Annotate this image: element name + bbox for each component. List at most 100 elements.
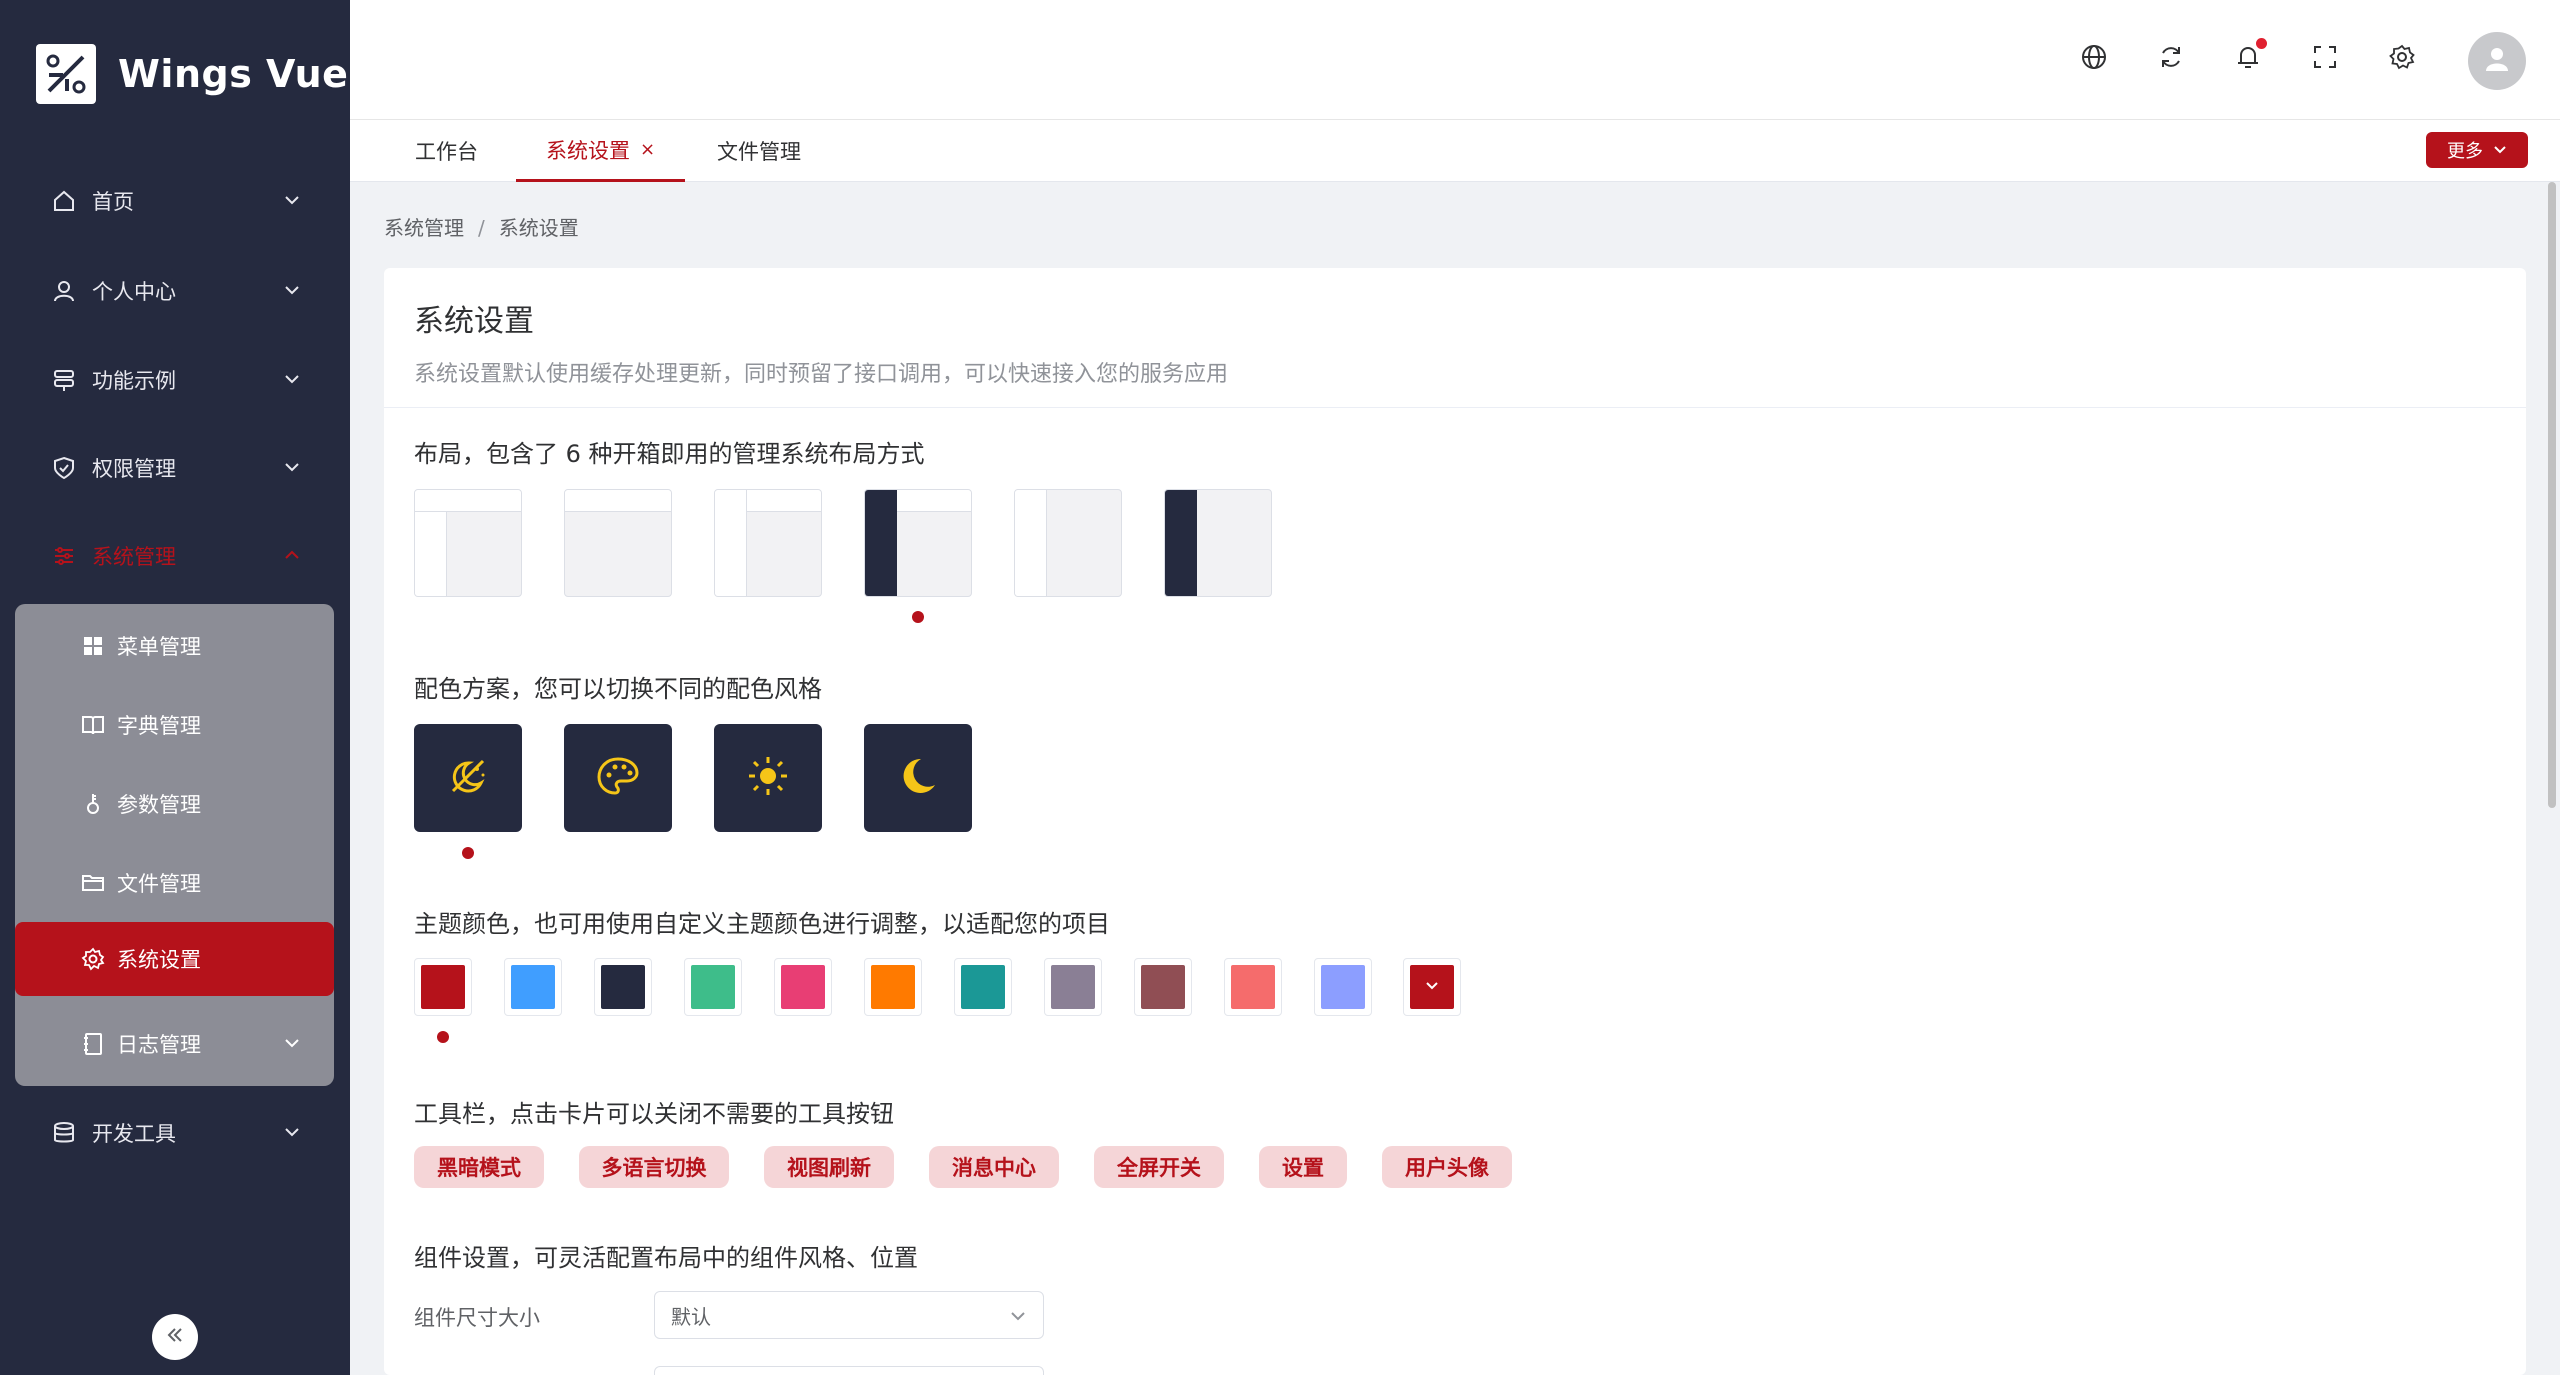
chevron-down-icon	[2493, 140, 2507, 161]
top-header	[350, 0, 2560, 120]
sidebar-item-home[interactable]: 首页	[0, 166, 350, 236]
page-title: 系统设置	[414, 304, 534, 339]
sidebar-item-examples[interactable]: 功能示例	[0, 345, 350, 415]
toolbar-section-title: 工具栏，点击卡片可以关闭不需要的工具按钮	[414, 1100, 894, 1128]
logo-icon	[36, 44, 96, 104]
globe-icon	[2080, 43, 2108, 75]
key-icon	[79, 790, 107, 818]
tab-file-management[interactable]: 文件管理	[717, 120, 801, 182]
chevron-down-icon	[1424, 977, 1440, 997]
theme-color-swatch[interactable]	[864, 958, 922, 1016]
toolbar-chip-fullscreen[interactable]: 全屏开关	[1094, 1146, 1224, 1188]
sidebar-item-profile[interactable]: 个人中心	[0, 256, 350, 326]
sidebar-item-label: 首页	[92, 190, 134, 214]
size-select[interactable]: 默认	[654, 1291, 1044, 1339]
toolbar-chip-settings[interactable]: 设置	[1259, 1146, 1347, 1188]
more-button-label: 更多	[2447, 141, 2483, 162]
layout-section-title: 布局，包含了 6 种开箱即用的管理系统布局方式	[414, 440, 925, 468]
sidebar-item-label: 开发工具	[92, 1122, 176, 1146]
sidebar-item-menus[interactable]: 菜单管理	[15, 609, 334, 683]
sidebar-item-system[interactable]: 系统管理	[0, 521, 350, 591]
tab-label: 系统设置	[546, 138, 630, 163]
swatch-fill	[1321, 965, 1365, 1009]
theme-color-swatch[interactable]	[1134, 958, 1192, 1016]
tab-workbench[interactable]: 工作台	[415, 120, 478, 182]
chip-label: 全屏开关	[1117, 1156, 1201, 1180]
more-button[interactable]: 更多	[2426, 132, 2528, 168]
swatch-fill	[511, 965, 555, 1009]
layout-option-1[interactable]	[414, 489, 522, 597]
sidebar-item-logs[interactable]: 日志管理	[15, 1007, 334, 1081]
theme-color-swatch[interactable]	[414, 958, 472, 1016]
notification-button[interactable]	[2231, 38, 2267, 76]
size-label: 组件尺寸大小	[414, 1306, 540, 1330]
scheme-option-dark[interactable]	[864, 724, 972, 832]
sidebar-item-settings[interactable]: 系统设置	[15, 922, 334, 996]
layout-option-4[interactable]	[864, 489, 972, 597]
sidebar-item-label: 功能示例	[92, 369, 176, 393]
chip-label: 消息中心	[952, 1156, 1036, 1180]
theme-color-swatch[interactable]	[1314, 958, 1372, 1016]
sidebar-item-permissions[interactable]: 权限管理	[0, 433, 350, 503]
layout-option-3[interactable]	[714, 489, 822, 597]
gear-icon	[2388, 43, 2416, 75]
scheme-option-auto[interactable]	[414, 724, 522, 832]
sidebar-item-params[interactable]: 参数管理	[15, 767, 334, 841]
scheme-option-light[interactable]	[714, 724, 822, 832]
collapse-sidebar-button[interactable]	[152, 1314, 198, 1360]
toolbar-chip-refresh[interactable]: 视图刷新	[764, 1146, 894, 1188]
theme-color-swatch[interactable]	[684, 958, 742, 1016]
settings-button[interactable]	[2385, 42, 2419, 76]
toolbar-chip-avatar[interactable]: 用户头像	[1382, 1146, 1512, 1188]
sidebar-item-dictionary[interactable]: 字典管理	[15, 688, 334, 762]
chevron-down-icon	[282, 1033, 302, 1058]
sidebar-item-label: 个人中心	[92, 280, 176, 304]
sidebar-item-label: 系统设置	[117, 948, 201, 972]
chip-label: 用户头像	[1405, 1156, 1489, 1180]
swatch-fill	[601, 965, 645, 1009]
custom-color-fill	[1410, 965, 1454, 1009]
refresh-icon	[2157, 43, 2185, 75]
breadcrumb-parent[interactable]: 系统管理	[384, 216, 464, 240]
fullscreen-button[interactable]	[2308, 42, 2342, 76]
tab-label: 工作台	[415, 140, 478, 164]
theme-color-swatch[interactable]	[504, 958, 562, 1016]
scheme-option-palette[interactable]	[564, 724, 672, 832]
double-chevron-left-icon	[164, 1324, 186, 1350]
book-icon	[79, 711, 107, 739]
system-submenu: 菜单管理 字典管理 参数管理 文件管理 系统设置 日志管理	[15, 604, 334, 1086]
user-avatar[interactable]	[2468, 32, 2526, 90]
page-scrollbar[interactable]	[2548, 182, 2556, 808]
layout-option-6[interactable]	[1164, 489, 1272, 597]
close-icon[interactable]: ×	[640, 139, 655, 160]
language-button[interactable]	[2077, 42, 2111, 76]
chip-label: 视图刷新	[787, 1156, 871, 1180]
toolbar-chip-dark-mode[interactable]: 黑暗模式	[414, 1146, 544, 1188]
layout-option-2[interactable]	[564, 489, 672, 597]
swatch-fill	[781, 965, 825, 1009]
refresh-button[interactable]	[2154, 42, 2188, 76]
folder-icon	[79, 869, 107, 897]
breadcrumb-current: 系统设置	[498, 216, 579, 240]
sidebar-item-label: 日志管理	[117, 1033, 201, 1057]
sidebar-item-devtools[interactable]: 开发工具	[0, 1098, 350, 1168]
custom-color-picker[interactable]	[1403, 958, 1461, 1016]
toolbar-chip-messages[interactable]: 消息中心	[929, 1146, 1059, 1188]
theme-color-swatch[interactable]	[1044, 958, 1102, 1016]
chevron-down-icon	[282, 457, 302, 482]
tab-system-settings[interactable]: 系统设置 ×	[516, 120, 686, 182]
logo[interactable]: Wings Vue	[0, 0, 350, 148]
theme-color-swatch[interactable]	[1224, 958, 1282, 1016]
theme-color-swatch[interactable]	[594, 958, 652, 1016]
position-select[interactable]	[654, 1366, 1044, 1375]
swatch-fill	[1051, 965, 1095, 1009]
sidebar-item-files[interactable]: 文件管理	[15, 846, 334, 920]
theme-section-title: 主题颜色，也可用使用自定义主题颜色进行调整，以适配您的项目	[414, 910, 1110, 938]
theme-color-swatch[interactable]	[954, 958, 1012, 1016]
theme-color-swatch[interactable]	[774, 958, 832, 1016]
sliders-icon	[50, 542, 78, 570]
settings-card: 系统设置 系统设置默认使用缓存处理更新，同时预留了接口调用，可以快速接入您的服务…	[384, 268, 2526, 1375]
toolbar-chip-language[interactable]: 多语言切换	[579, 1146, 729, 1188]
grid-icon	[79, 632, 107, 660]
layout-option-5[interactable]	[1014, 489, 1122, 597]
